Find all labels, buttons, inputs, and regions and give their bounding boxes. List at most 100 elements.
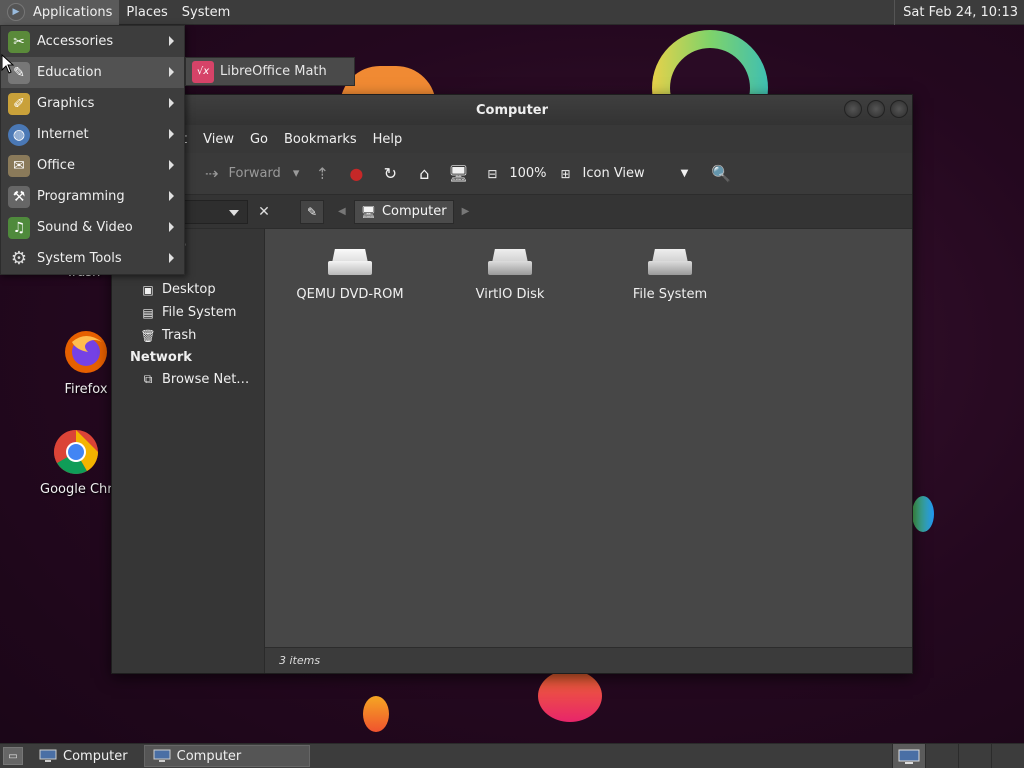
view-mode-select[interactable]: Icon View ▼	[583, 166, 689, 181]
sidebar-item-file-system[interactable]: ▤ File System	[112, 301, 264, 324]
home-button[interactable]: ⌂	[413, 163, 435, 185]
reload-button[interactable]: ↻	[379, 163, 401, 185]
workspace-4[interactable]	[991, 744, 1024, 768]
zoom-level[interactable]: 100%	[509, 166, 546, 181]
submenu-arrow-icon	[169, 36, 174, 46]
workspace-3[interactable]	[958, 744, 991, 768]
sound-video-icon: ♫	[8, 216, 30, 239]
wallpaper-shape-bottom	[538, 670, 602, 722]
menu-item-label: System Tools	[37, 251, 122, 266]
zoom-out-button[interactable]: ⊟	[481, 163, 503, 185]
icon-view[interactable]: QEMU DVD-ROM VirtIO Disk File System	[265, 229, 912, 673]
location-edit-toggle[interactable]: ✎	[300, 199, 324, 224]
reload-icon: ↻	[383, 164, 398, 183]
taskbar-item-computer-active[interactable]: Computer	[143, 745, 310, 767]
workspace-switcher	[892, 744, 1024, 768]
menu-view[interactable]: View	[203, 132, 234, 147]
menu-item-system-tools[interactable]: ⚙ System Tools	[1, 243, 184, 274]
menu-item-office[interactable]: ✉ Office	[1, 150, 184, 181]
forward-dropdown[interactable]: ▾	[293, 166, 300, 181]
computer-icon	[39, 749, 57, 762]
menu-item-education[interactable]: ✎ Education	[1, 57, 184, 88]
file-label: VirtIO Disk	[475, 287, 545, 302]
mouse-cursor-icon	[1, 54, 15, 74]
maximize-button[interactable]	[867, 100, 885, 118]
submenu-arrow-icon	[169, 253, 174, 263]
sidebar-item-desktop[interactable]: ▣ Desktop	[112, 278, 264, 301]
menu-go[interactable]: Go	[250, 132, 268, 147]
show-desktop-button[interactable]: ▭	[3, 747, 23, 765]
hard-disk-icon	[648, 245, 692, 275]
office-icon: ✉	[8, 154, 30, 177]
submenu-arrow-icon	[169, 129, 174, 139]
sidebar-item-browse-network[interactable]: ⧉ Browse Net…	[112, 368, 264, 391]
zoom-in-button[interactable]: ⊞	[555, 163, 577, 185]
chevron-down-icon: ▼	[680, 168, 689, 179]
sidebar-header-network: Network	[130, 350, 192, 365]
libreoffice-math-icon: √x	[192, 60, 214, 83]
submenu-arrow-icon	[169, 222, 174, 232]
sidebar-item-trash[interactable]: 🗑 Trash	[112, 324, 264, 347]
minimize-button[interactable]	[844, 100, 862, 118]
desktop-icon-firefox[interactable]: Firefox	[62, 328, 110, 397]
submenu-arrow-icon	[169, 67, 174, 77]
menu-item-internet[interactable]: ◍ Internet	[1, 119, 184, 150]
menu-item-label: Accessories	[37, 34, 114, 49]
status-bar: 3 items	[265, 647, 912, 673]
menu-item-programming[interactable]: ⚒ Programming	[1, 181, 184, 212]
submenu-arrow-icon	[169, 160, 174, 170]
clock[interactable]: Sat Feb 24, 10:13	[894, 0, 1024, 25]
menu-item-label: Internet	[37, 127, 89, 142]
filesystem-icon: ▤	[142, 305, 154, 320]
submenu-arrow-icon	[169, 98, 174, 108]
applications-menu[interactable]: ▶ Applications	[0, 0, 120, 25]
close-button[interactable]	[890, 100, 908, 118]
desktop-icon-chrome[interactable]: Google Chr	[40, 428, 113, 497]
computer-icon: 🖥	[448, 164, 469, 183]
places-menu[interactable]: Places	[119, 0, 174, 25]
close-sidebar-button[interactable]: ✕	[252, 200, 276, 224]
applications-dropdown: ✂ Accessories ✎ Education ✐ Graphics ◍ I…	[0, 25, 185, 275]
menu-item-sound-video[interactable]: ♫ Sound & Video	[1, 212, 184, 243]
up-button[interactable]: ⇡	[311, 163, 333, 185]
breadcrumb-computer[interactable]: 🖥 Computer	[353, 199, 454, 224]
system-menu[interactable]: System	[175, 0, 237, 25]
taskbar-item-label: Computer	[176, 748, 242, 764]
applications-logo-icon: ▶	[7, 3, 25, 21]
forward-button[interactable]: ⇢ Forward	[201, 163, 281, 185]
file-item-file-system[interactable]: File System	[595, 245, 745, 302]
breadcrumb-label: Computer	[381, 204, 447, 219]
file-item-virtio-disk[interactable]: VirtIO Disk	[435, 245, 585, 302]
computer-button[interactable]: 🖥	[447, 163, 469, 185]
system-tools-gear-icon: ⚙	[10, 248, 28, 269]
workspace-2[interactable]	[925, 744, 958, 768]
menu-bookmarks[interactable]: Bookmarks	[284, 132, 357, 147]
search-button[interactable]: 🔍	[710, 163, 732, 185]
submenu-item-libreoffice-math[interactable]: √x LibreOffice Math	[192, 60, 327, 83]
status-text: 3 items	[279, 654, 321, 667]
show-desktop-icon: ▭	[8, 750, 18, 762]
wallpaper-shape-right	[912, 496, 934, 532]
desktop-icon-label: Firefox	[64, 382, 108, 397]
stop-icon: ●	[349, 164, 364, 183]
trash-icon: 🗑	[140, 328, 156, 343]
firefox-icon	[65, 331, 107, 373]
forward-label: Forward	[228, 166, 281, 181]
menu-item-label: Sound & Video	[37, 220, 133, 235]
crumb-right-arrow-icon[interactable]: ▶	[462, 206, 470, 217]
window-toolbar: ▾ ⇢ Forward ▾ ⇡ ● ↻ ⌂ 🖥 ⊟ 100% ⊞ Icon Vi…	[112, 153, 912, 195]
submenu-item-label: LibreOffice Math	[220, 64, 327, 79]
applications-menu-label: Applications	[33, 4, 113, 20]
up-arrow-icon: ⇡	[315, 164, 330, 183]
close-icon: ✕	[258, 203, 270, 220]
menu-item-graphics[interactable]: ✐ Graphics	[1, 88, 184, 119]
menu-help[interactable]: Help	[373, 132, 403, 147]
crumb-left-arrow-icon[interactable]: ◀	[338, 206, 346, 217]
places-sidebar: er 3 ▣ Desktop ▤ File System 🗑 Trash Net…	[112, 229, 265, 673]
taskbar-item-computer[interactable]: Computer	[31, 745, 136, 767]
menu-item-accessories[interactable]: ✂ Accessories	[1, 26, 184, 57]
file-item-qemu-dvd[interactable]: QEMU DVD-ROM	[275, 245, 425, 302]
stop-button[interactable]: ●	[345, 163, 367, 185]
workspace-1[interactable]	[892, 744, 925, 768]
window-titlebar[interactable]: Computer	[112, 95, 912, 125]
